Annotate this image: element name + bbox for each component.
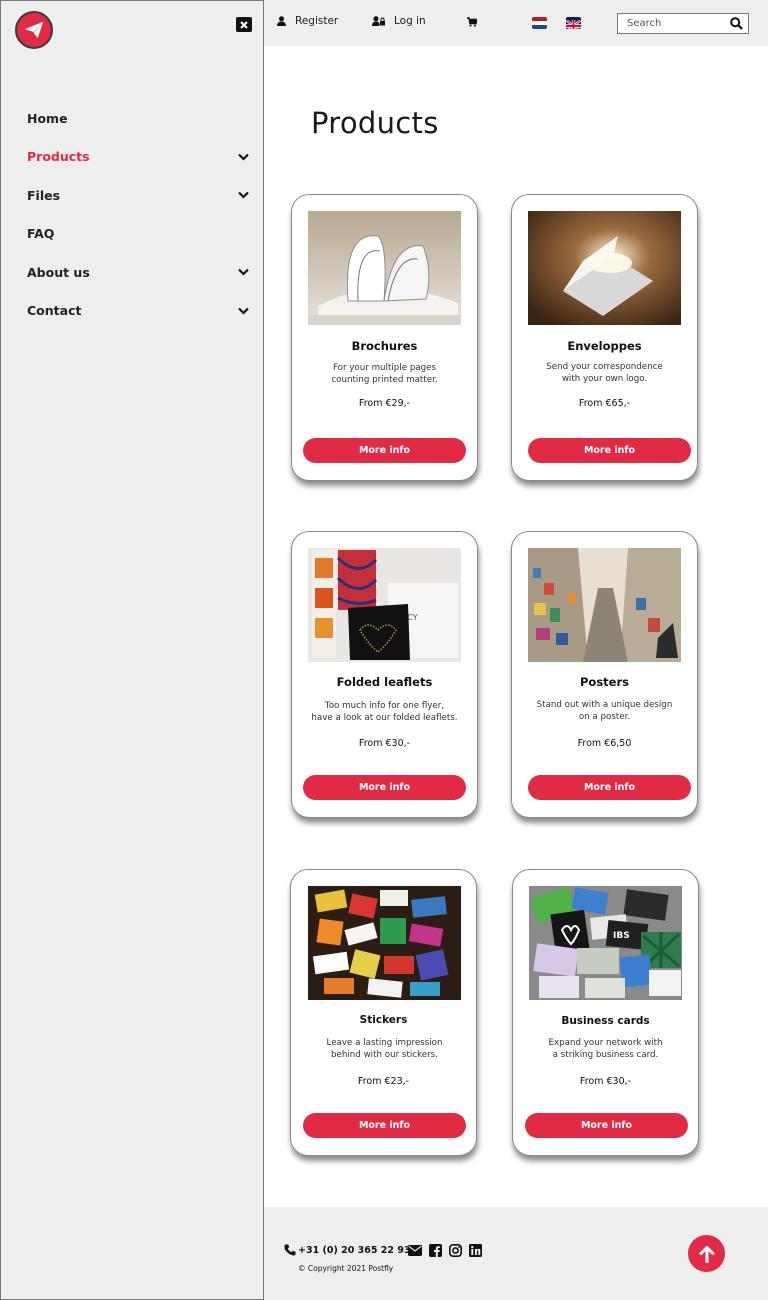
social-links bbox=[408, 1243, 482, 1257]
product-description: Too much info for one flyer, have a look… bbox=[304, 701, 465, 724]
sidebar-item-home[interactable]: Home bbox=[27, 99, 249, 138]
chevron-down-icon[interactable] bbox=[237, 266, 249, 278]
more-info-button[interactable]: More info bbox=[528, 438, 691, 463]
cart-icon bbox=[467, 17, 477, 27]
product-name: Business cards bbox=[561, 1015, 650, 1027]
sidebar-nav: Home Products Files FAQ About us Contact bbox=[27, 99, 249, 330]
sidebar-item-about-us[interactable]: About us bbox=[27, 253, 249, 292]
sidebar-item-label: Contact bbox=[27, 303, 82, 319]
description-line: with your own logo. bbox=[561, 373, 648, 384]
description-line: Send your correspondence bbox=[546, 362, 663, 372]
sidebar-item-label: Home bbox=[27, 110, 68, 126]
paper-plane-icon bbox=[24, 21, 44, 39]
description-line: Stand out with a unique design bbox=[536, 700, 673, 710]
description-line: have a look at our folded leaflets. bbox=[311, 712, 458, 723]
folded-leaflets-image: ACY bbox=[308, 548, 461, 662]
product-card-business-cards: IBS Business cards Expand your network w… bbox=[512, 869, 699, 1156]
sidebar-item-label: FAQ bbox=[27, 226, 55, 242]
product-description: Send your correspondence with your own l… bbox=[524, 362, 685, 385]
sidebar-item-products[interactable]: Products bbox=[27, 138, 249, 177]
svg-text:IBS: IBS bbox=[613, 931, 630, 941]
description-line: counting printed matter. bbox=[331, 374, 438, 385]
phone-number: +31 (0) 20 365 22 93 bbox=[298, 1244, 411, 1256]
product-description: Stand out with a unique design on a post… bbox=[524, 700, 685, 723]
sidebar-item-label: Files bbox=[27, 187, 61, 203]
product-description: Leave a lasting impression behind with o… bbox=[304, 1038, 465, 1061]
business-cards-image: IBS bbox=[529, 886, 682, 1000]
top-bar: Register Log in bbox=[264, 0, 768, 46]
sidebar-item-faq[interactable]: FAQ bbox=[27, 215, 249, 254]
chevron-down-icon[interactable] bbox=[237, 189, 249, 201]
product-card-stickers: Stickers Leave a lasting impression behi… bbox=[290, 869, 477, 1156]
close-sidebar-button[interactable] bbox=[236, 17, 252, 32]
sidebar-item-files[interactable]: Files bbox=[27, 176, 249, 215]
user-lock-icon bbox=[372, 16, 385, 26]
product-name: Brochures bbox=[351, 339, 418, 353]
description-line: Too much info for one flyer, bbox=[324, 701, 445, 711]
search-box bbox=[617, 13, 749, 34]
stickers-image bbox=[308, 886, 461, 1000]
product-name: Folded leaflets bbox=[336, 675, 433, 689]
more-info-button[interactable]: More info bbox=[303, 438, 466, 463]
search-icon[interactable] bbox=[730, 17, 743, 30]
product-card-brochures: Brochures For your multiple pages counti… bbox=[291, 194, 478, 481]
product-price: From €6,50 bbox=[577, 738, 632, 749]
product-name: Enveloppes bbox=[567, 339, 642, 353]
page-title: Products bbox=[311, 106, 439, 140]
search-input[interactable] bbox=[627, 18, 727, 29]
product-price: From €29,- bbox=[358, 398, 411, 409]
more-info-button[interactable]: More info bbox=[528, 775, 691, 800]
uk-flag-icon[interactable] bbox=[566, 17, 581, 29]
envelope-icon[interactable] bbox=[408, 1243, 422, 1257]
user-icon bbox=[277, 16, 286, 26]
login-link[interactable]: Log in bbox=[372, 15, 426, 27]
linkedin-icon[interactable] bbox=[468, 1243, 482, 1257]
enveloppes-image bbox=[528, 211, 681, 325]
logo[interactable] bbox=[15, 11, 53, 49]
chevron-down-icon[interactable] bbox=[237, 305, 249, 317]
product-description: Expand your network with a striking busi… bbox=[525, 1038, 686, 1061]
more-info-button[interactable]: More info bbox=[303, 775, 466, 800]
product-card-posters: Posters Stand out with a unique design o… bbox=[511, 531, 698, 818]
sidebar-item-contact[interactable]: Contact bbox=[27, 292, 249, 331]
description-line: Leave a lasting impression bbox=[326, 1038, 443, 1048]
chevron-down-icon[interactable] bbox=[237, 151, 249, 163]
description-line: on a poster. bbox=[578, 711, 631, 722]
back-to-top-button[interactable] bbox=[688, 1235, 725, 1272]
sidebar: Home Products Files FAQ About us Contact bbox=[0, 0, 264, 1300]
login-label: Log in bbox=[394, 15, 426, 27]
sidebar-item-label: Products bbox=[27, 149, 90, 165]
cart-button[interactable] bbox=[467, 17, 477, 27]
facebook-icon[interactable] bbox=[428, 1243, 442, 1257]
register-label: Register bbox=[295, 15, 339, 27]
product-price: From €23,- bbox=[357, 1076, 410, 1087]
description-line: a striking business card. bbox=[552, 1049, 659, 1060]
phone-link[interactable]: +31 (0) 20 365 22 93 bbox=[284, 1244, 411, 1256]
product-card-enveloppes: Enveloppes Send your correspondence with… bbox=[511, 194, 698, 481]
description-line: behind with our stickers. bbox=[331, 1049, 438, 1060]
arrow-up-icon bbox=[699, 1245, 714, 1263]
phone-icon bbox=[284, 1244, 296, 1256]
close-icon bbox=[240, 20, 248, 29]
more-info-button[interactable]: More info bbox=[303, 1113, 466, 1138]
product-name: Stickers bbox=[359, 1014, 408, 1026]
brochures-image bbox=[308, 211, 461, 325]
description-line: For your multiple pages bbox=[332, 363, 437, 373]
instagram-icon[interactable] bbox=[448, 1243, 462, 1257]
product-description: For your multiple pages counting printed… bbox=[304, 363, 465, 386]
footer: +31 (0) 20 365 22 93 © Copyright 2021 Po… bbox=[264, 1207, 768, 1300]
nl-flag-icon[interactable] bbox=[532, 17, 547, 29]
product-price: From €65,- bbox=[578, 398, 631, 409]
register-link[interactable]: Register bbox=[277, 15, 338, 27]
description-line: Expand your network with bbox=[548, 1038, 663, 1048]
copyright: © Copyright 2021 Postfly bbox=[298, 1264, 394, 1273]
product-price: From €30,- bbox=[358, 738, 411, 749]
product-card-folded-leaflets: ACY Folded leaflets Too much info for on… bbox=[291, 531, 478, 818]
posters-image bbox=[528, 548, 681, 662]
product-name: Posters bbox=[580, 675, 629, 689]
sidebar-item-label: About us bbox=[27, 264, 90, 280]
product-price: From €30,- bbox=[579, 1076, 632, 1087]
more-info-button[interactable]: More info bbox=[525, 1113, 688, 1138]
